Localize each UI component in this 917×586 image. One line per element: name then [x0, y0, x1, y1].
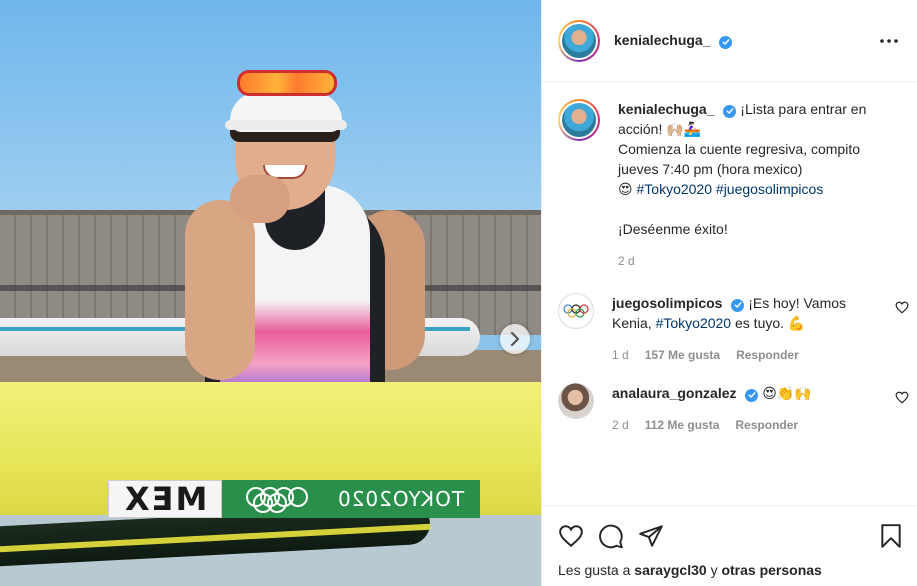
others-link[interactable]: otras personas: [721, 562, 821, 578]
comment-text-end: es tuyo. 💪: [731, 315, 806, 331]
more-dots-icon: [880, 38, 898, 43]
comment-username-text[interactable]: juegosolimpicos: [612, 295, 722, 311]
reply-button[interactable]: Responder: [736, 345, 799, 365]
action-icons: [558, 516, 902, 556]
post-header: kenialechuga_: [542, 0, 917, 82]
caption-meta: 2 d: [618, 251, 888, 271]
sunglasses: [237, 70, 337, 96]
verified-badge-icon: [723, 104, 737, 118]
verified-badge-icon: [731, 298, 745, 312]
visor-brim: [225, 120, 347, 130]
games-label: TOKYO2020: [336, 487, 464, 511]
likes-prefix: Les gusta a: [558, 562, 635, 578]
olympic-badge: TOKYO2020: [222, 480, 480, 518]
comment-time[interactable]: 1 d: [612, 345, 629, 365]
caption-author-avatar[interactable]: [558, 99, 600, 141]
comment-item: juegosolimpicos ¡Es hoy! Vamos Kenia, #T…: [558, 293, 909, 365]
verified-badge-icon: [745, 388, 759, 402]
comment-meta: 2 d 112 Me gusta Responder: [612, 415, 847, 435]
post-side-panel: kenialechuga_ kenialechuga_ ¡Lista para …: [541, 0, 917, 586]
comments-list[interactable]: kenialechuga_ ¡Lista para entrar en acci…: [542, 83, 917, 503]
chevron-right-icon: [510, 332, 520, 346]
comment-button[interactable]: [598, 516, 638, 556]
olympic-rings-icon: [246, 485, 308, 513]
caption-time[interactable]: 2 d: [618, 251, 635, 271]
comment-username[interactable]: juegosolimpicos: [612, 295, 748, 312]
country-badge: MEX: [108, 480, 222, 518]
save-button[interactable]: [862, 523, 902, 549]
reply-button[interactable]: Responder: [735, 415, 798, 435]
more-options-button[interactable]: [877, 29, 901, 53]
commenter-avatar[interactable]: [558, 383, 594, 419]
commenter-avatar[interactable]: [558, 293, 594, 329]
comment-likes[interactable]: 157 Me gusta: [645, 345, 720, 365]
comment-username[interactable]: analaura_gonzalez: [612, 385, 762, 402]
likes-middle: y: [706, 562, 722, 578]
heart-icon: [895, 301, 909, 314]
comment-username-text[interactable]: analaura_gonzalez: [612, 385, 737, 401]
likes-summary: Les gusta a saraygcl30 y otras personas: [558, 562, 902, 578]
author-avatar[interactable]: [558, 19, 600, 62]
comment-meta: 1 d 157 Me gusta Responder: [612, 345, 847, 365]
caption-line-2: Comienza la cuente regresiva, compito ju…: [618, 141, 861, 177]
instagram-post: MEX TOKYO2020 kenialechuga_ kenialechuga…: [0, 0, 917, 586]
athlete-arm-left: [185, 200, 255, 380]
comment-likes[interactable]: 112 Me gusta: [645, 415, 720, 435]
caption-emoji: 😍: [618, 181, 633, 197]
share-button[interactable]: [638, 516, 678, 556]
heart-icon: [895, 391, 909, 404]
heart-icon: [559, 525, 583, 548]
hashtag-tokyo2020[interactable]: #Tokyo2020: [637, 181, 713, 197]
bookmark-icon: [881, 524, 901, 548]
paper-plane-icon: [639, 525, 663, 547]
verified-badge-icon: [719, 35, 733, 49]
athlete: [175, 60, 425, 400]
caption-username[interactable]: kenialechuga_: [618, 101, 740, 118]
caption-username-text[interactable]: kenialechuga_: [618, 101, 715, 117]
liker-username[interactable]: saraygcl30: [634, 562, 706, 578]
country-code: MEX: [122, 480, 208, 518]
hashtag-tokyo2020[interactable]: #Tokyo2020: [656, 315, 732, 331]
comment-time[interactable]: 2 d: [612, 415, 629, 435]
post-actions: Les gusta a saraygcl30 y otras personas: [542, 505, 917, 586]
like-button[interactable]: [558, 516, 598, 556]
comment-item: analaura_gonzalez 😍👏🙌 2 d 112 Me gusta R…: [558, 383, 909, 435]
comment-text: 😍👏🙌: [762, 385, 812, 401]
caption-line-3: ¡Deséenme éxito!: [618, 221, 728, 237]
athlete-hand: [230, 175, 290, 223]
post-photo[interactable]: MEX TOKYO2020: [0, 0, 541, 586]
hashtag-juegosolimpicos[interactable]: #juegosolimpicos: [716, 181, 823, 197]
author-username-text[interactable]: kenialechuga_: [614, 32, 711, 48]
carousel-next-button[interactable]: [500, 324, 530, 354]
olympic-rings-icon: [563, 304, 589, 318]
comment-bubble-icon: [599, 524, 623, 549]
author-username[interactable]: kenialechuga_: [614, 32, 733, 49]
caption: kenialechuga_ ¡Lista para entrar en acci…: [558, 99, 902, 271]
